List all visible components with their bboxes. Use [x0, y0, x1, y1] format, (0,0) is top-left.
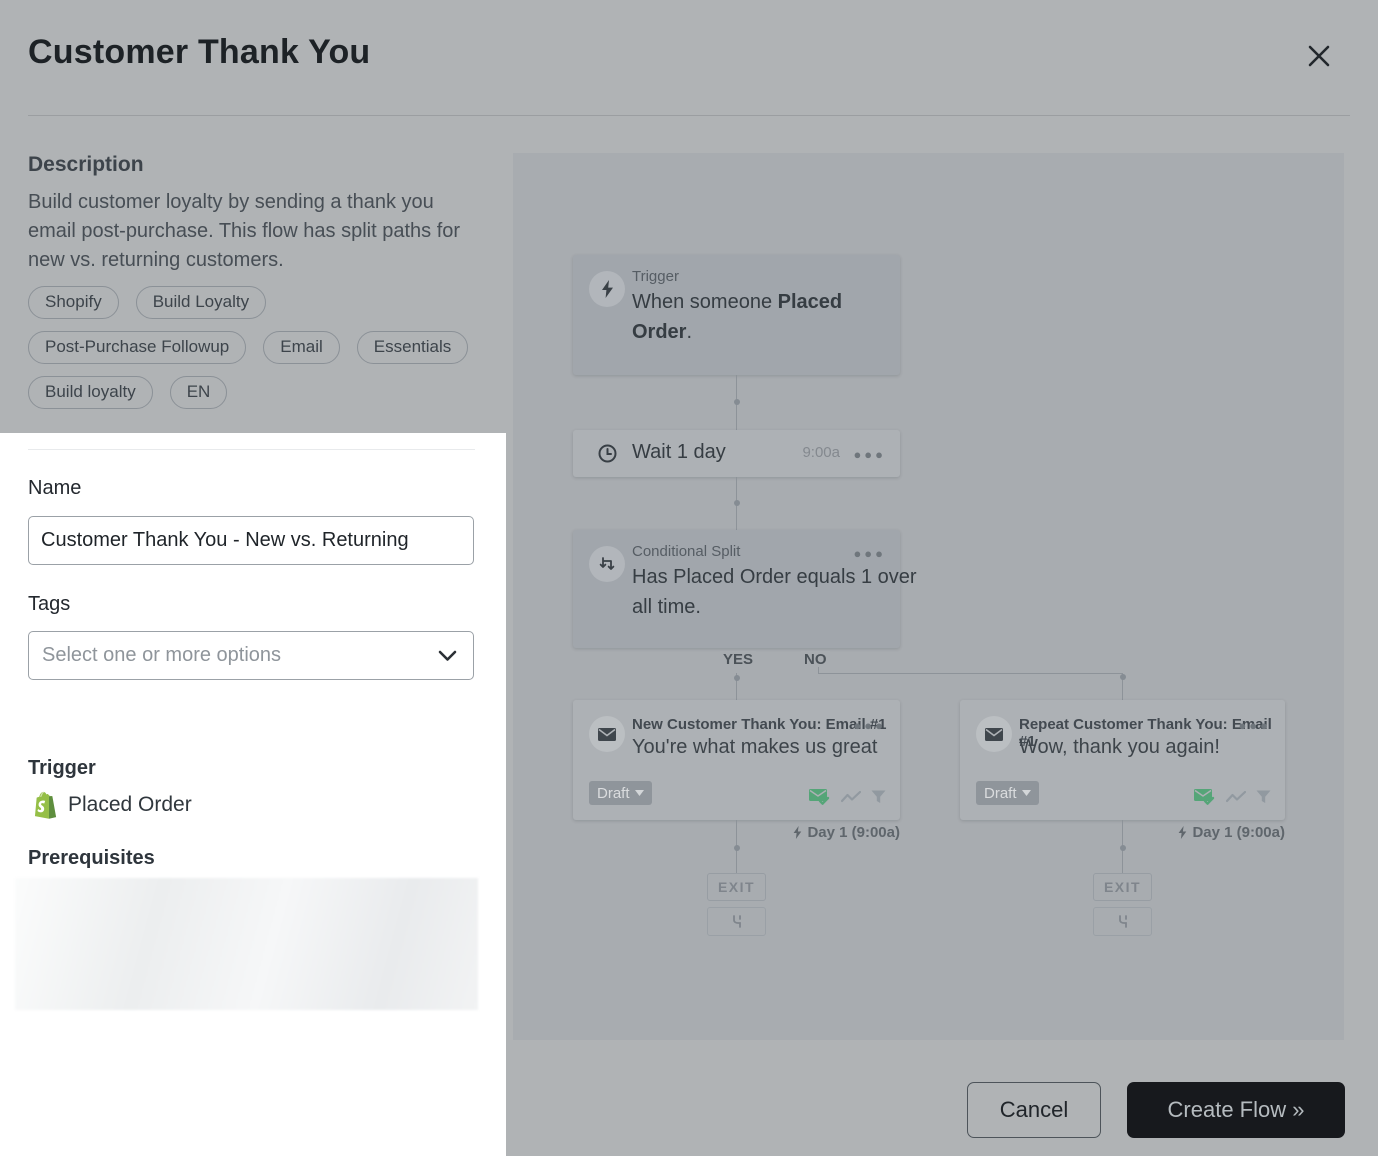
flow-connector: [818, 673, 1123, 674]
lightning-bolt-icon: [589, 271, 625, 307]
connector-dot: [1120, 674, 1126, 680]
flow-preview-canvas: Trigger When someone Placed Order. Wait …: [513, 153, 1344, 1040]
status-badge[interactable]: Draft: [589, 781, 652, 805]
split-branch-icon: [589, 546, 625, 582]
caret-down-icon: [1022, 790, 1031, 796]
email-sent-check-icon: [1194, 788, 1216, 806]
description-body: Build customer loyalty by sending a than…: [28, 188, 464, 275]
flow-node-trigger[interactable]: Trigger When someone Placed Order.: [573, 255, 900, 375]
flow-node-email-repeat-customer[interactable]: Repeat Customer Thank You: Email #1 ●●● …: [960, 700, 1285, 820]
branch-label-no: NO: [801, 651, 830, 668]
analytics-wave-icon: [841, 791, 861, 804]
settings-panel: Name Tags Select one or more options Tri…: [0, 433, 506, 1156]
tags-select[interactable]: Select one or more options: [28, 631, 474, 680]
branch-label-yes: YES: [720, 651, 756, 668]
page-title: Customer Thank You: [28, 33, 370, 72]
node-menu-button[interactable]: ●●●: [1238, 718, 1271, 733]
filter-funnel-icon: [871, 790, 886, 804]
connector-dot: [734, 399, 740, 405]
branch-split-icon: [730, 915, 744, 928]
exit-node: EXIT: [707, 873, 766, 901]
email-icon: [589, 716, 625, 752]
node-main-text: When someone Placed Order.: [632, 287, 902, 347]
trigger-integration-name: Placed Order: [68, 793, 192, 817]
close-button[interactable]: [1300, 38, 1338, 76]
email-icon: [976, 716, 1012, 752]
flow-node-conditional-split[interactable]: Conditional Split ●●● Has Placed Order e…: [573, 530, 900, 648]
email-node-icons: [1194, 788, 1271, 806]
add-branch-button[interactable]: [707, 907, 766, 936]
email-node-subject: Wow, thank you again!: [1019, 736, 1220, 759]
node-type-label: Trigger: [632, 268, 679, 285]
caret-down-icon: [635, 790, 644, 796]
flow-node-wait[interactable]: Wait 1 day 9:00a ●●●: [573, 430, 900, 477]
shopify-icon: [32, 791, 57, 819]
lightning-bolt-icon: [793, 826, 802, 839]
template-tag: Post-Purchase Followup: [28, 331, 246, 364]
cancel-button[interactable]: Cancel: [967, 1082, 1101, 1138]
tags-label: Tags: [28, 593, 70, 616]
header-divider: [28, 115, 1350, 116]
wait-node-time: 9:00a: [802, 444, 840, 461]
close-icon: [1304, 41, 1334, 71]
analytics-wave-icon: [1226, 791, 1246, 804]
prerequisites-heading: Prerequisites: [28, 847, 155, 870]
lightning-bolt-icon: [1178, 826, 1187, 839]
wait-node-label: Wait 1 day: [632, 441, 726, 464]
email-schedule-label: Day 1 (9:00a): [1126, 824, 1285, 841]
connector-dot: [734, 675, 740, 681]
add-branch-button[interactable]: [1093, 907, 1152, 936]
flow-name-input[interactable]: [28, 516, 474, 565]
trigger-integration-row: Placed Order: [32, 791, 192, 819]
template-tag: Build loyalty: [28, 376, 153, 409]
email-node-title: New Customer Thank You: Email #1: [632, 716, 887, 733]
node-main-text: Has Placed Order equals 1 over all time.: [632, 562, 927, 622]
panel-divider: [28, 449, 475, 450]
node-type-label: Conditional Split: [632, 543, 740, 560]
prerequisites-blurred-content: [15, 878, 478, 1010]
branch-split-icon: [1116, 915, 1130, 928]
email-schedule-label: Day 1 (9:00a): [741, 824, 900, 841]
connector-dot: [734, 845, 740, 851]
flow-node-email-new-customer[interactable]: New Customer Thank You: Email #1 ●●● You…: [573, 700, 900, 820]
create-flow-button[interactable]: Create Flow »: [1127, 1082, 1345, 1138]
template-tag: Email: [263, 331, 340, 364]
status-badge[interactable]: Draft: [976, 781, 1039, 805]
filter-funnel-icon: [1256, 790, 1271, 804]
chevron-down-icon: [438, 650, 457, 662]
name-label: Name: [28, 477, 81, 500]
clock-icon: [598, 444, 617, 463]
tags-select-placeholder: Select one or more options: [42, 644, 281, 667]
description-heading: Description: [28, 153, 144, 177]
email-node-icons: [809, 788, 886, 806]
template-tag: Shopify: [28, 286, 119, 319]
node-menu-button[interactable]: ●●●: [853, 447, 886, 462]
connector-dot: [1120, 845, 1126, 851]
template-tag: EN: [170, 376, 228, 409]
email-sent-check-icon: [809, 788, 831, 806]
trigger-section-heading: Trigger: [28, 757, 96, 780]
exit-node: EXIT: [1093, 873, 1152, 901]
email-node-subject: You're what makes us great: [632, 736, 877, 759]
node-menu-button[interactable]: ●●●: [853, 718, 886, 733]
template-tag-list: Shopify Build Loyalty Post-Purchase Foll…: [28, 286, 478, 409]
connector-dot: [734, 500, 740, 506]
node-menu-button[interactable]: ●●●: [853, 546, 886, 561]
template-tag: Build Loyalty: [136, 286, 266, 319]
template-tag: Essentials: [357, 331, 468, 364]
